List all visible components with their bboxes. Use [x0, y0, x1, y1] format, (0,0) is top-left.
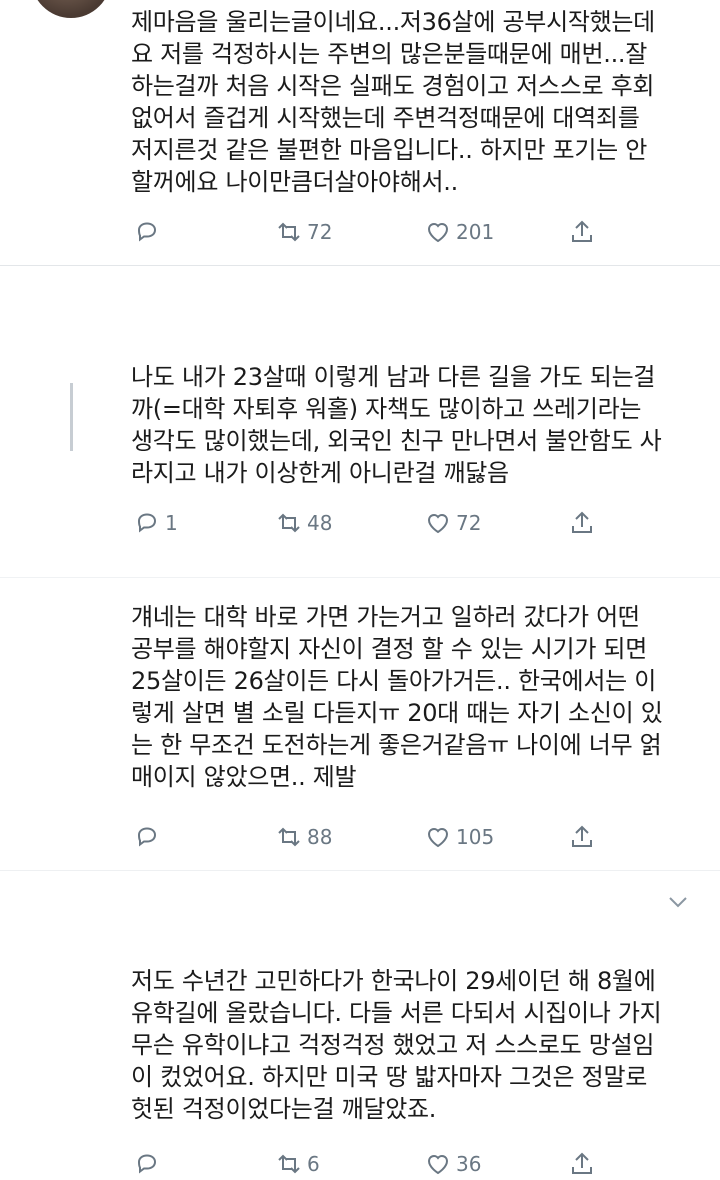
chevron-down-icon [669, 897, 687, 908]
like-button[interactable]: 201 [424, 216, 494, 248]
retweet-count: 88 [307, 825, 333, 849]
reply-count: 1 [165, 511, 178, 535]
retweet-button[interactable]: 88 [275, 821, 332, 853]
like-count: 105 [456, 825, 495, 849]
tweet-actions: 1 48 72 [0, 507, 720, 539]
share-icon [572, 825, 592, 847]
tweet-text: 제마음을 울리는글이네요...저36살에 공부시작했는데 요 저를 걱정하시는 … [131, 8, 655, 196]
thread-line [70, 383, 73, 451]
tweet-text: 나도 내가 23살때 이렇게 남과 다른 길을 가도 되는걸 까(=대학 자퇴후… [131, 363, 662, 487]
reply-icon [137, 513, 157, 533]
like-button[interactable]: 105 [424, 821, 494, 853]
retweet-icon [278, 1154, 300, 1174]
like-button[interactable]: 36 [424, 1148, 481, 1180]
retweet-icon [278, 513, 300, 533]
retweet-button[interactable]: 72 [275, 216, 332, 248]
share-button[interactable] [568, 507, 596, 539]
share-icon [572, 1152, 592, 1174]
more-options-button[interactable] [664, 892, 692, 912]
divider [0, 870, 720, 871]
share-button[interactable] [568, 216, 596, 248]
share-button[interactable] [568, 821, 596, 853]
like-count: 201 [456, 220, 495, 244]
retweet-count: 48 [307, 511, 333, 535]
tweet-text: 저도 수년간 고민하다가 한국나이 29세이던 해 8월에 유학길에 올랐습니다… [131, 967, 662, 1123]
divider [0, 265, 720, 266]
avatar[interactable] [31, 0, 111, 18]
reply-icon [137, 1154, 157, 1174]
tweet-text: 걔네는 대학 바로 가면 가는거고 일하러 갔다가 어떤 공부를 해야할지 자신… [131, 603, 663, 791]
retweet-button[interactable]: 6 [275, 1148, 320, 1180]
retweet-icon [278, 222, 300, 242]
reply-icon [137, 827, 157, 847]
like-icon [427, 223, 449, 243]
divider [0, 577, 720, 578]
tweet-1: 제마음을 울리는글이네요...저36살에 공부시작했는데 요 저를 걱정하시는 … [0, 0, 720, 265]
reply-button[interactable] [133, 821, 165, 853]
reply-button[interactable] [133, 1148, 165, 1180]
reply-icon [137, 222, 157, 242]
like-icon [427, 828, 449, 848]
like-count: 72 [456, 511, 482, 535]
reply-button[interactable]: 1 [133, 507, 178, 539]
tweet-actions: 88 105 [0, 821, 720, 853]
share-icon [572, 511, 592, 533]
like-icon [427, 514, 449, 534]
retweet-count: 6 [307, 1152, 320, 1176]
like-button[interactable]: 72 [424, 507, 481, 539]
retweet-icon [278, 827, 300, 847]
retweet-button[interactable]: 48 [275, 507, 332, 539]
share-icon [572, 220, 592, 242]
like-count: 36 [456, 1152, 482, 1176]
reply-button[interactable] [133, 216, 165, 248]
tweet-actions: 6 36 [0, 1148, 720, 1180]
share-button[interactable] [568, 1148, 596, 1180]
retweet-count: 72 [307, 220, 333, 244]
tweet-actions: 72 201 [0, 216, 720, 248]
like-icon [427, 1155, 449, 1175]
